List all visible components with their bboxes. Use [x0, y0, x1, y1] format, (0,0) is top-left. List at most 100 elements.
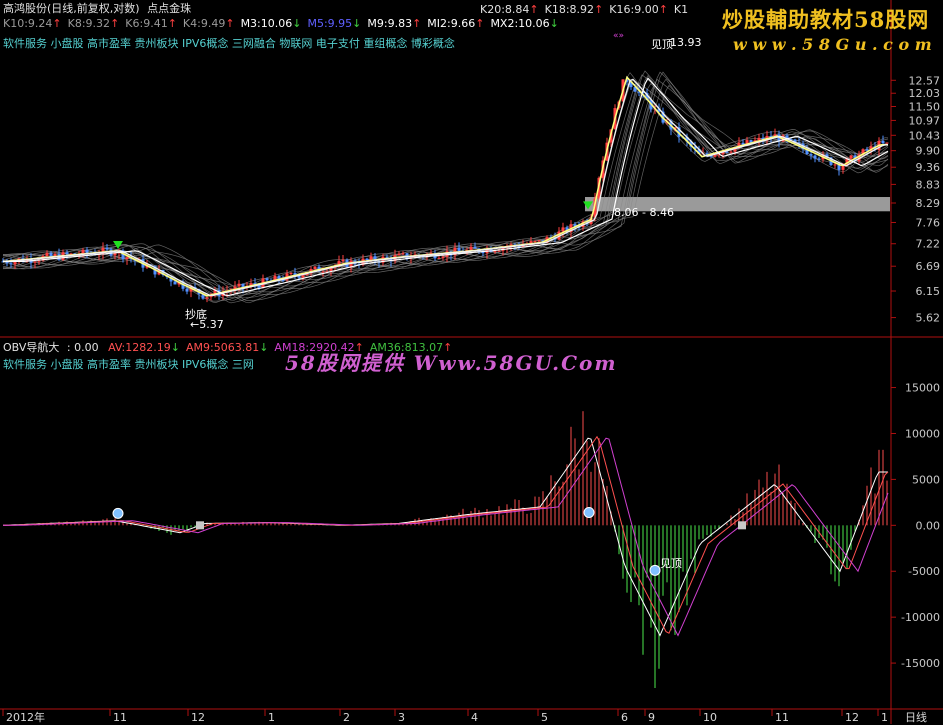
- price-tick-label: 9.90: [916, 145, 941, 158]
- ma-arrow: ↑: [167, 17, 177, 30]
- obv-tick-label: 0.00: [916, 519, 941, 532]
- obv-signal-dot: [112, 507, 124, 519]
- concept-tags: 软件服务 小盘股 高市盈率 贵州板块 IPV6概念 三网融合 物联网 电子支付 …: [3, 37, 455, 50]
- candle-body: [321, 271, 325, 273]
- candle-body: [729, 151, 733, 153]
- candle-body: [397, 253, 401, 256]
- watermark-logo: 炒股輔助教材58股网: [722, 7, 930, 32]
- box-range-text: 8.06 - 8.46: [614, 206, 674, 219]
- price-tick-label: 7.76: [916, 216, 941, 229]
- ma-fan-line: [2, 79, 889, 302]
- ma-fan-line: [2, 85, 889, 303]
- obv-line-arrow: ↑: [354, 341, 364, 354]
- obv-tick-label: 5000: [912, 473, 940, 486]
- candle-body: [809, 154, 813, 156]
- obv-signal-square: [196, 521, 204, 530]
- x-tick-label: 1: [268, 711, 275, 724]
- bottom-price: ←5.37: [190, 318, 224, 331]
- candle-body: [237, 283, 241, 287]
- obv-name[interactable]: OBV导航大: [3, 341, 59, 354]
- candle-body: [817, 158, 821, 160]
- ma-value: M3:10.06: [240, 17, 293, 30]
- price-tick-label: 5.62: [916, 312, 941, 325]
- x-tick-label: 4: [471, 711, 478, 724]
- candle-body: [9, 263, 13, 265]
- candle-body: [885, 142, 889, 144]
- obv-line: [3, 435, 889, 634]
- moving-average-line: [2, 75, 888, 297]
- ma-fan-line: [2, 84, 889, 304]
- obv-signal-square: [738, 521, 746, 530]
- price-tick-label: 6.15: [916, 285, 941, 298]
- ma-fan-line: [2, 84, 889, 301]
- candle-body: [437, 257, 441, 259]
- ma-arrow: ↑: [225, 17, 235, 30]
- obv-concept-tags: 软件服务 小盘股 高市盈率 贵州板块 IPV6概念 三网: [3, 358, 254, 371]
- candle-body: [401, 253, 405, 255]
- header-row: 高鸿股份(日线,前复权,对数) 点点金珠: [3, 2, 191, 15]
- candle-body: [457, 247, 461, 252]
- x-tick-label: 6: [621, 711, 628, 724]
- k-value: K1: [673, 3, 689, 16]
- ma-fan-line: [2, 78, 889, 301]
- ma-value: K10:9.24: [3, 17, 53, 30]
- obv-line-value: AM9:5063.81: [185, 341, 260, 354]
- candle-body: [561, 227, 565, 232]
- obv-value: : 0.00: [66, 341, 99, 354]
- candle-body: [341, 259, 345, 262]
- obv-line-value: AV:1282.19: [108, 341, 171, 354]
- indicator-name[interactable]: 点点金珠: [147, 2, 191, 15]
- k-values-right: K20:8.84↑ K18:8.92↑ K16:9.00↑ K1: [480, 3, 688, 16]
- x-tick-label: 9: [648, 711, 655, 724]
- candle-body: [173, 281, 177, 285]
- top-marks: «»: [613, 31, 625, 41]
- obv-signal-dot: [583, 506, 595, 518]
- watermark-url: w w w . 5 8 G u . c o m: [733, 35, 932, 54]
- candle-body: [113, 253, 117, 256]
- ma-value: M9:9.83: [367, 17, 413, 30]
- candle-body: [301, 275, 305, 278]
- k-value: K18:8.92: [544, 3, 595, 16]
- stock-title: 高鸿股份(日线,前复权,对数): [3, 2, 140, 15]
- candle-body: [533, 241, 537, 243]
- candle-body: [497, 250, 501, 252]
- obv-tick-label: 10000: [905, 427, 940, 440]
- price-tick-label: 10.43: [909, 129, 941, 142]
- price-tick-label: 7.22: [916, 238, 941, 251]
- obv-header-row: OBV导航大 : 0.00 AV:1282.19↓ AM9:5063.81↓ AM1…: [3, 341, 452, 354]
- ma-fan-line: [2, 71, 889, 295]
- ma-value: K4:9.49: [182, 17, 226, 30]
- candle-body: [33, 261, 37, 263]
- x-tick-label: 2012年: [6, 710, 45, 724]
- ma-value: K6:9.41: [125, 17, 168, 30]
- candle-body: [849, 155, 853, 159]
- candle-body: [185, 288, 189, 292]
- candle-body: [205, 297, 209, 299]
- ma-fan-line: [2, 82, 889, 297]
- candle-body: [369, 256, 373, 260]
- candle-body: [833, 164, 837, 166]
- price-tick-label: 12.57: [909, 74, 941, 87]
- candle-body: [105, 247, 109, 250]
- k-value: K16:9.00: [609, 3, 659, 16]
- ma-value: K8:9.32: [67, 17, 111, 30]
- obv-tick-label: -5000: [908, 565, 940, 578]
- period-label[interactable]: 日线: [905, 709, 927, 725]
- price-tick-label: 10.97: [909, 114, 941, 127]
- obv-line-value: AM18:2920.42: [274, 341, 355, 354]
- obv-tick-label: -10000: [901, 611, 940, 624]
- obv-line-value: AM36:813.07: [369, 341, 444, 354]
- price-tick-label: 8.29: [916, 197, 941, 210]
- moving-average-line: [3, 77, 889, 297]
- candle-body: [65, 252, 69, 255]
- ma-arrow: ↑: [110, 17, 120, 30]
- x-tick-label: 11: [775, 711, 789, 724]
- ma-arrow: ↓: [549, 17, 559, 30]
- x-tick-label: 1: [881, 711, 888, 724]
- obv-line-arrow: ↑: [443, 341, 453, 354]
- obv-signal-dot: [649, 564, 661, 576]
- obv-line: [2, 437, 888, 637]
- ma-arrow: ↑: [475, 17, 485, 30]
- ma-arrow: ↑: [52, 17, 62, 30]
- price-layer: [1, 70, 890, 304]
